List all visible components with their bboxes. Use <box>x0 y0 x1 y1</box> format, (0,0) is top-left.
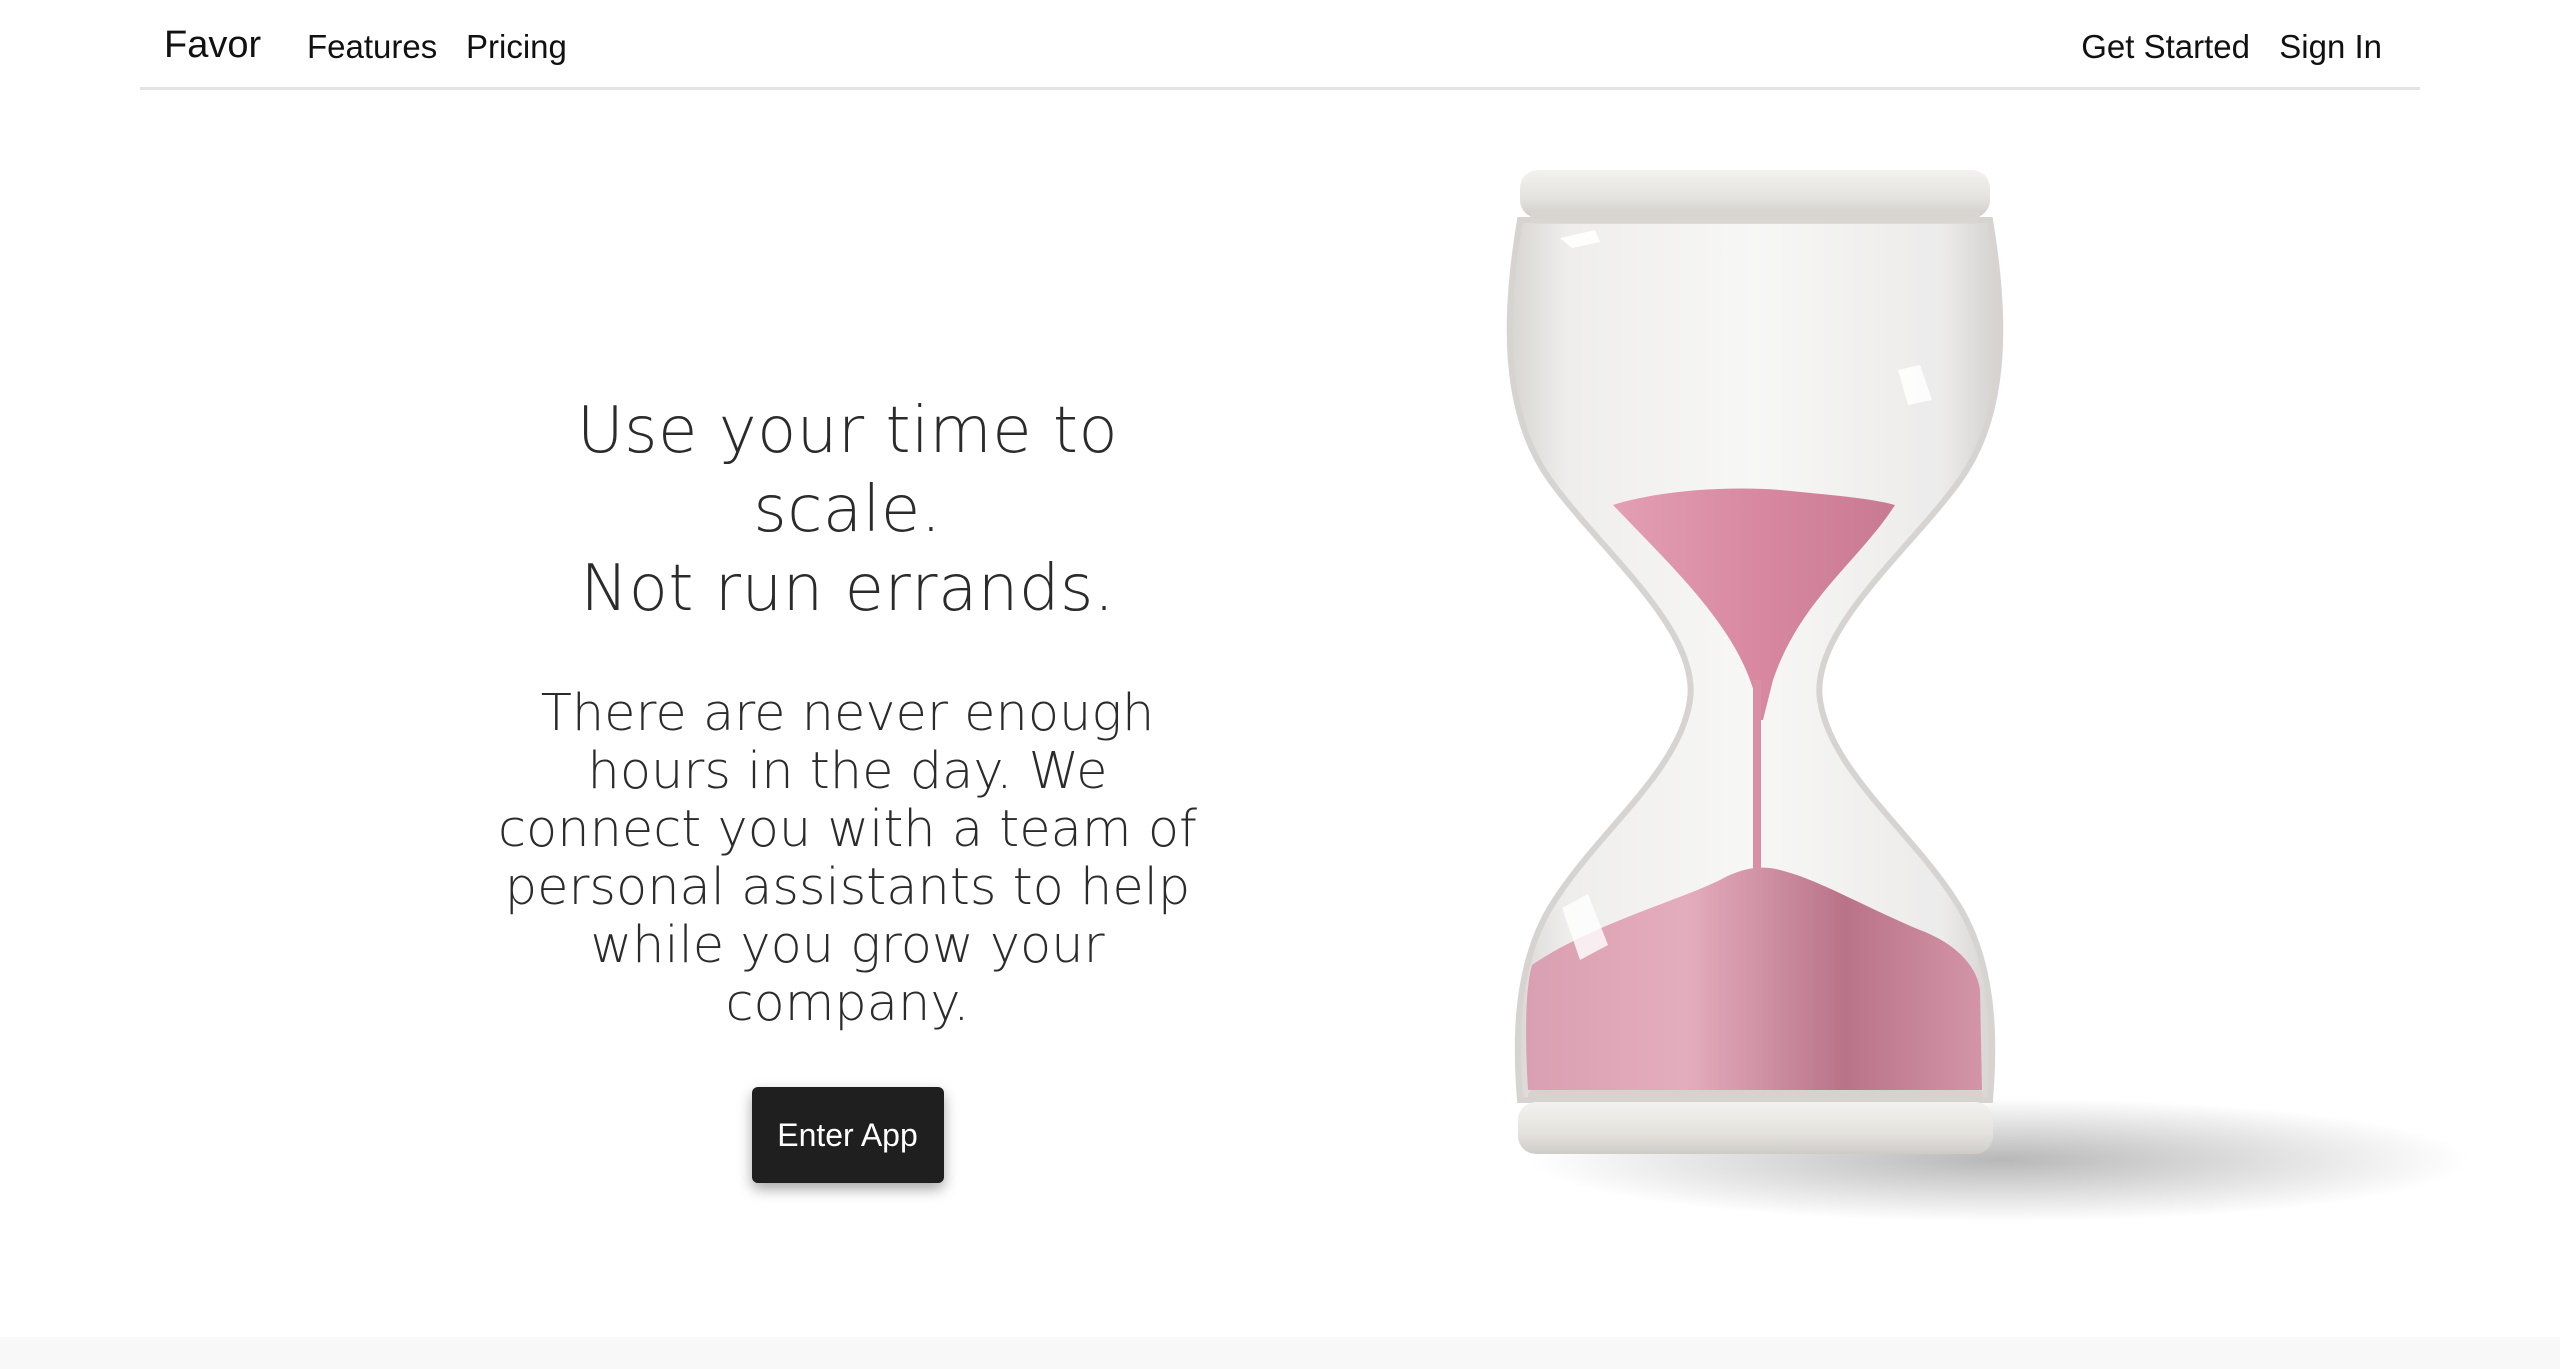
hourglass-icon <box>1506 170 2470 1222</box>
enter-app-button[interactable]: Enter App <box>751 1087 944 1183</box>
hero-section: Use your time to scale. Not run errands.… <box>480 392 1215 1183</box>
hero-description: There are never enough hours in the day.… <box>498 684 1197 1033</box>
hero-headline: Use your time to scale. Not run errands. <box>480 392 1215 629</box>
nav-link-features[interactable]: Features <box>307 28 437 66</box>
bottom-cap <box>1518 1102 1993 1154</box>
footer-strip <box>0 1337 2560 1369</box>
top-navbar: Favor Features Pricing Get Started Sign … <box>140 0 2420 90</box>
brand-logo-link[interactable]: Favor <box>164 24 261 67</box>
sand-stream <box>1753 680 1761 890</box>
bottom-cap-rim <box>1528 1090 1983 1102</box>
nav-link-sign-in[interactable]: Sign In <box>2279 28 2382 66</box>
landing-page: Favor Features Pricing Get Started Sign … <box>0 0 2560 1369</box>
nav-link-pricing[interactable]: Pricing <box>466 28 567 66</box>
headline-line-2: Not run errands. <box>580 552 1115 626</box>
nav-link-get-started[interactable]: Get Started <box>2081 28 2250 66</box>
top-cap-rim <box>1530 210 1980 224</box>
headline-line-1: Use your time to scale. <box>576 394 1119 547</box>
